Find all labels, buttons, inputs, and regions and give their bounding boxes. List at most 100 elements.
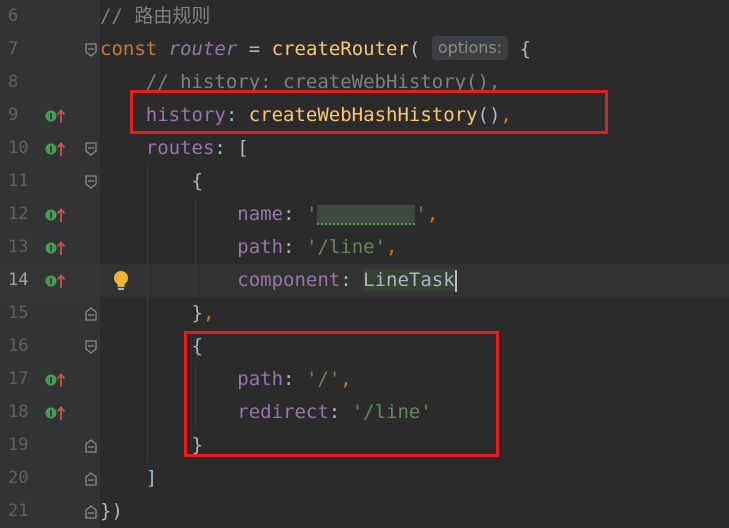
svg-text:I: I: [50, 277, 53, 287]
comma: ,: [426, 203, 439, 225]
line-number: 6: [8, 6, 19, 26]
implemented-override-icon[interactable]: I: [45, 405, 67, 421]
gutter-cell: 13 I: [0, 231, 100, 264]
svg-text:I: I: [50, 211, 53, 221]
property-key: component: [237, 269, 341, 291]
code-text[interactable]: },: [100, 297, 215, 330]
gutter-cell: 7: [0, 33, 100, 66]
code-line-21[interactable]: 21 }): [0, 495, 729, 528]
code-text[interactable]: component: LineTask: [100, 264, 457, 297]
code-line-7[interactable]: 7 const router = createRouter( options: …: [0, 33, 729, 66]
colon: :: [214, 137, 238, 159]
code-text[interactable]: ]: [100, 462, 157, 495]
code-text[interactable]: routes: [: [100, 132, 249, 165]
line-number: 9: [8, 105, 19, 125]
gutter-cell: 15: [0, 297, 100, 330]
paren: (: [408, 38, 421, 60]
closing-paren: }): [100, 500, 123, 522]
gutter-cell: 9 I: [0, 99, 100, 132]
function-name: createRouter: [271, 38, 409, 60]
svg-text:I: I: [50, 145, 53, 155]
fold-end-icon[interactable]: [84, 505, 98, 519]
code-text[interactable]: }): [100, 495, 123, 528]
line-number: 19: [8, 435, 29, 455]
property-key: name: [237, 203, 284, 225]
fold-icon[interactable]: [84, 175, 98, 189]
code-line-20[interactable]: 20 ]: [0, 462, 729, 495]
line-number: 15: [8, 303, 29, 323]
text-caret: [454, 269, 457, 292]
implemented-override-icon[interactable]: I: [45, 108, 67, 124]
line-number: 14: [8, 270, 29, 290]
brace: {: [519, 38, 532, 60]
code-line-14[interactable]: 14 I component: LineTask: [0, 264, 729, 297]
implemented-override-icon[interactable]: I: [45, 207, 67, 223]
implemented-override-icon[interactable]: I: [45, 240, 67, 256]
code-text[interactable]: name: ' ',: [100, 198, 438, 231]
code-text[interactable]: // 路由规则: [100, 0, 210, 33]
redacted-string: [317, 204, 416, 225]
fold-icon[interactable]: [84, 340, 98, 354]
fold-icon[interactable]: [84, 43, 98, 57]
gutter-cell: 18 I: [0, 396, 100, 429]
highlight-box-redirect-route: [184, 331, 499, 457]
implemented-override-icon[interactable]: I: [45, 141, 67, 157]
string-literal: '/line': [305, 236, 387, 258]
property-key: routes: [145, 137, 215, 159]
string-quote: ': [415, 203, 427, 225]
code-text[interactable]: {: [100, 165, 203, 198]
line-number: 10: [8, 138, 29, 158]
parameter-hint: options:: [431, 36, 509, 60]
line-number: 12: [8, 204, 29, 224]
keyword: const: [100, 38, 158, 60]
operator: =: [237, 38, 272, 60]
code-line-12[interactable]: 12 I name: ' ',: [0, 198, 729, 231]
property-key: path: [237, 236, 284, 258]
fold-end-icon[interactable]: [84, 307, 98, 321]
code-line-6[interactable]: 6 // 路由规则: [0, 0, 729, 33]
bracket: ]: [145, 467, 158, 489]
highlight-box-history: [130, 90, 608, 134]
colon: :: [283, 203, 306, 225]
line-number: 20: [8, 468, 29, 488]
gutter-cell: 14 I: [0, 264, 100, 297]
fold-end-icon[interactable]: [84, 439, 98, 453]
colon: :: [283, 236, 306, 258]
gutter-cell: 17 I: [0, 363, 100, 396]
code-line-15[interactable]: 15 },: [0, 297, 729, 330]
code-text[interactable]: path: '/line',: [100, 231, 397, 264]
fold-icon[interactable]: [84, 142, 98, 156]
indent-guide: [147, 165, 148, 462]
line-number: 13: [8, 237, 29, 257]
line-number: 7: [8, 39, 19, 59]
line-number: 21: [8, 501, 29, 521]
gutter-cell: 11: [0, 165, 100, 198]
code-text[interactable]: const router = createRouter( options: {: [100, 33, 531, 66]
comma: ,: [386, 236, 398, 258]
code-line-13[interactable]: 13 I path: '/line',: [0, 231, 729, 264]
svg-text:I: I: [50, 409, 53, 419]
implemented-override-icon[interactable]: I: [45, 372, 67, 388]
gutter-cell: 6: [0, 0, 100, 33]
implemented-override-icon[interactable]: I: [45, 273, 67, 289]
line-number: 17: [8, 369, 29, 389]
gutter-cell: 20: [0, 462, 100, 495]
comma: ,: [202, 302, 215, 324]
gutter-cell: 10 I: [0, 132, 100, 165]
fold-end-icon[interactable]: [84, 472, 98, 486]
gutter-cell: 8: [0, 66, 100, 99]
code-line-11[interactable]: 11 {: [0, 165, 729, 198]
line-number: 8: [8, 72, 19, 92]
gutter-cell: 12 I: [0, 198, 100, 231]
svg-text:I: I: [50, 244, 53, 254]
string-quote: ': [305, 203, 318, 225]
colon: :: [340, 269, 364, 291]
comment: // 路由规则: [100, 5, 211, 27]
svg-text:I: I: [50, 376, 53, 386]
svg-text:I: I: [50, 112, 53, 122]
line-number: 16: [8, 336, 29, 356]
brace: {: [191, 170, 203, 192]
bracket: [: [237, 137, 249, 159]
gutter-cell: 21: [0, 495, 100, 528]
code-line-10[interactable]: 10 I routes: [: [0, 132, 729, 165]
